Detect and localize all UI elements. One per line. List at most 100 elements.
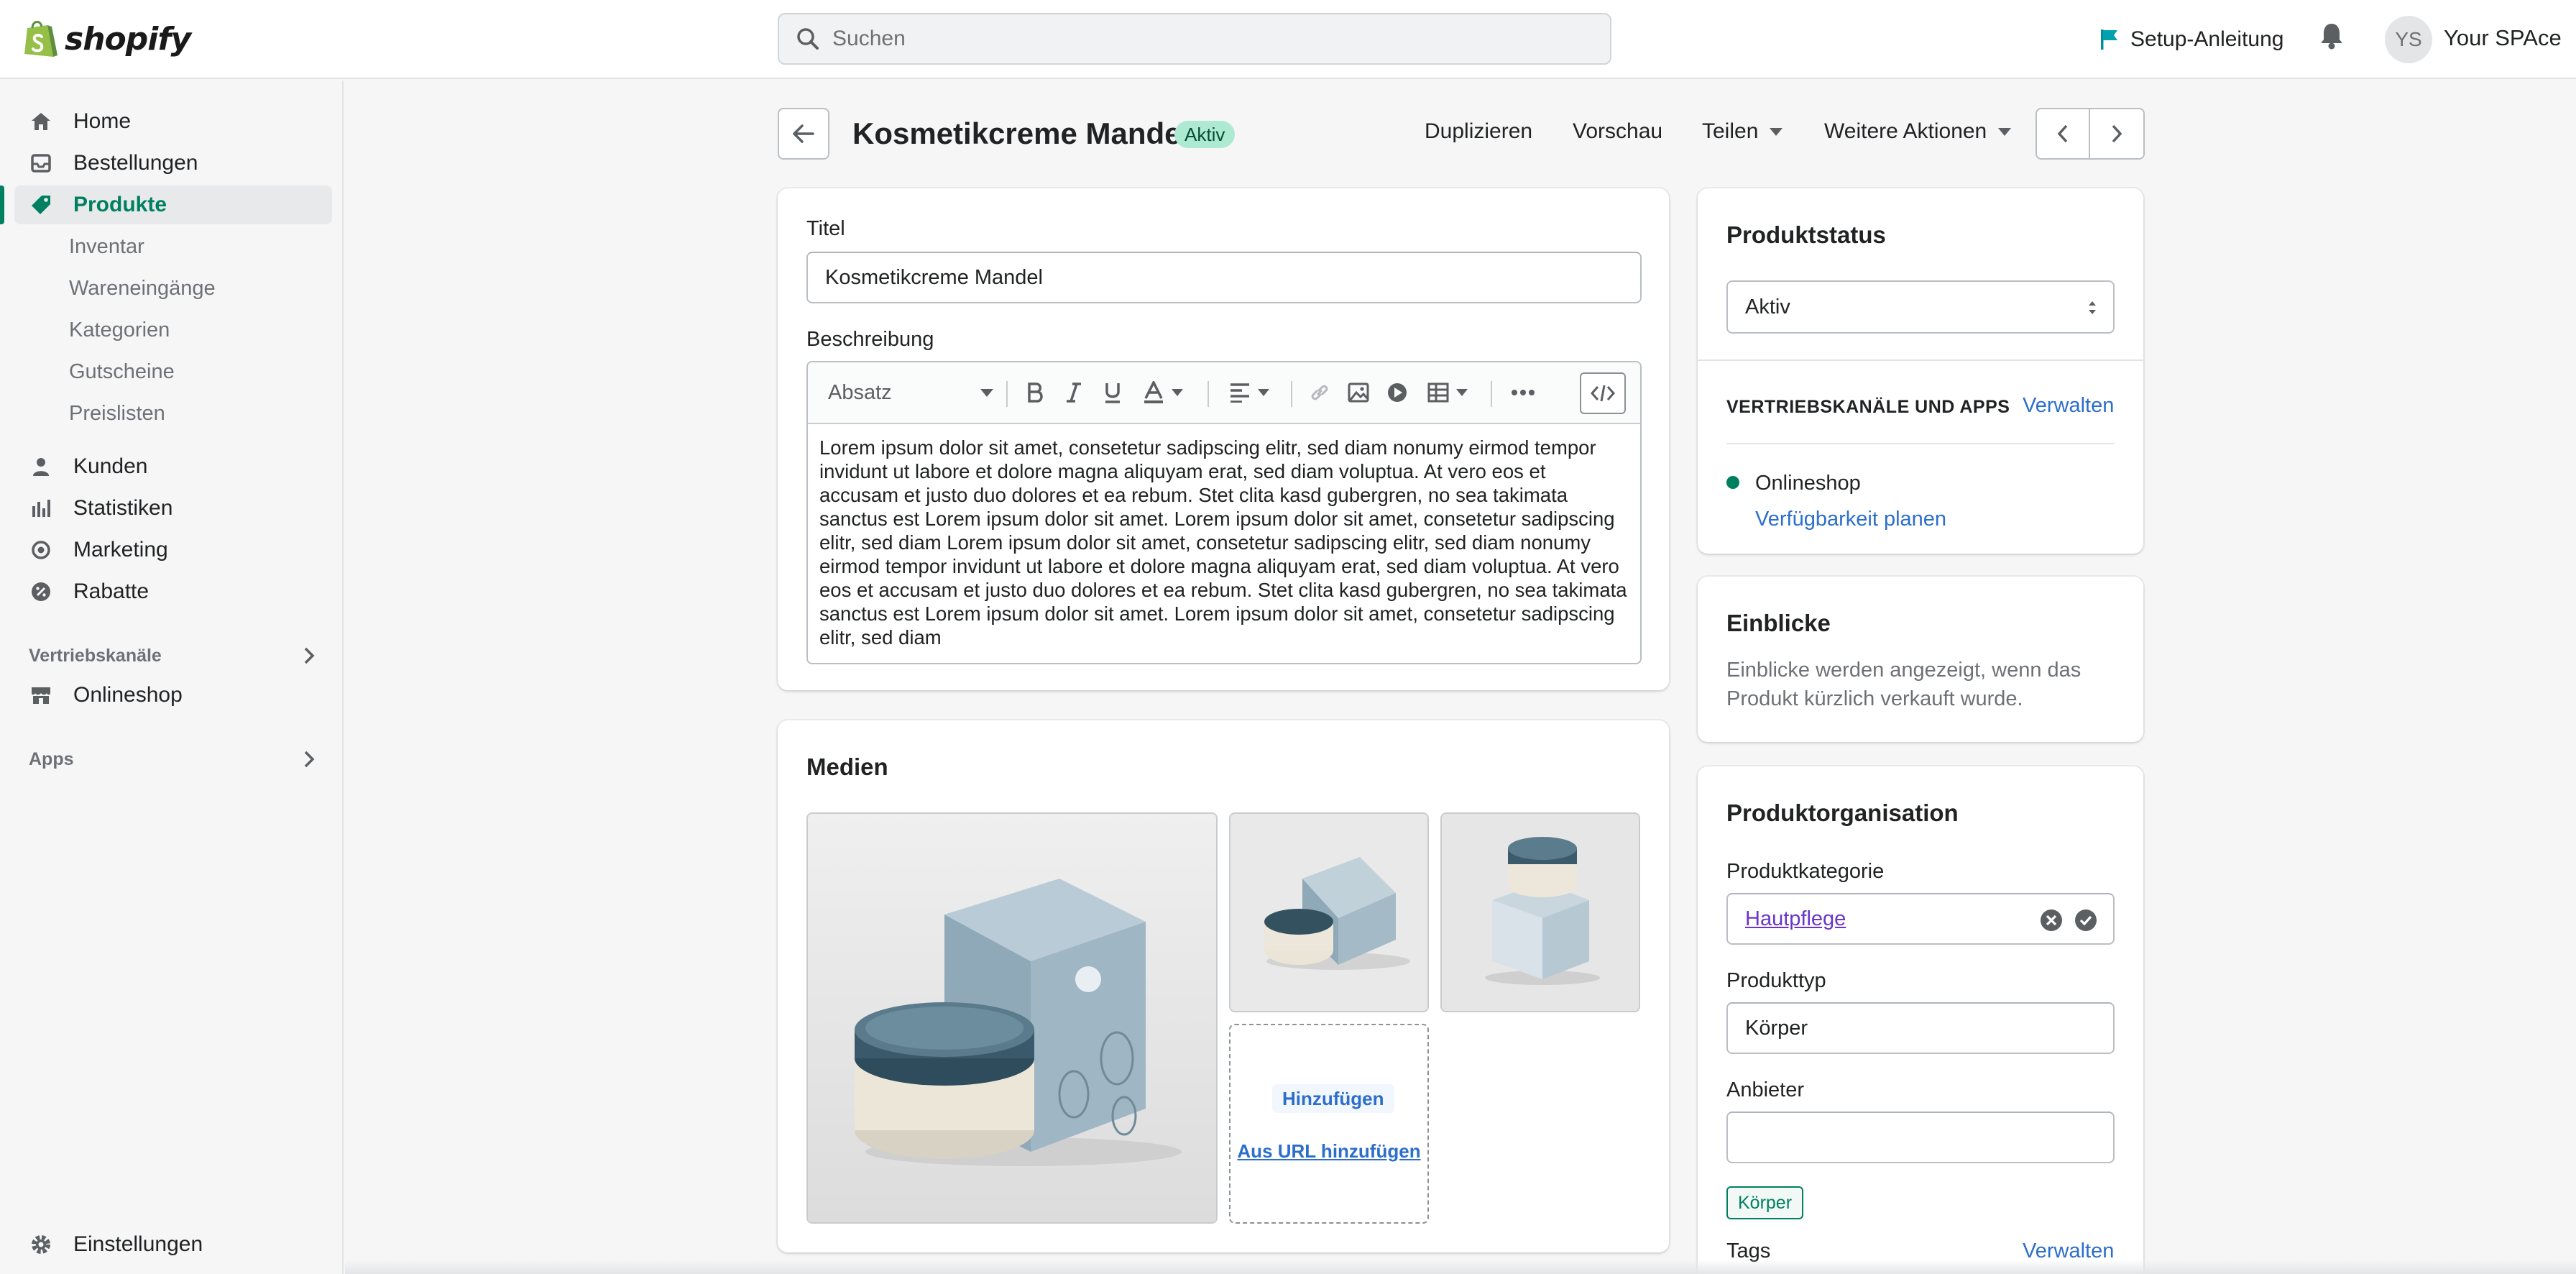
media-image-main[interactable] [806,812,1218,1224]
toolbar-divider [1208,381,1209,407]
sidebar-subitem-inventory[interactable]: Inventar [69,227,144,266]
sidebar-item-label: Statistiken [73,496,173,520]
sidebar-item-orders[interactable]: Bestellungen [14,144,332,183]
image-icon [1348,382,1369,403]
duplicate-button[interactable]: Duplizieren [1425,119,1532,144]
search-icon [797,28,819,50]
tag-icon [29,193,53,217]
underline-button[interactable] [1098,378,1127,407]
insert-image-button[interactable] [1344,378,1373,407]
check-circle-icon[interactable] [2074,909,2097,932]
sidebar-subitem-receiving[interactable]: Wareneingänge [69,269,216,308]
description-label: Beschreibung [806,328,934,351]
manage-channels-link[interactable]: Verwalten [2023,394,2114,418]
previous-product-button[interactable] [2037,109,2091,158]
next-product-button[interactable] [2090,109,2143,158]
setup-guide-link[interactable]: Setup-Anleitung [2099,23,2284,56]
underline-icon [1105,383,1120,403]
product-photo-jar-on-box [1442,814,1639,1011]
clear-icon[interactable] [2040,909,2063,932]
product-photo-box-angle [1230,814,1427,1011]
caret-down-icon [1998,127,2012,136]
chevron-right-icon [2112,124,2122,143]
sidebar-item-analytics[interactable]: Statistiken [14,489,332,528]
sidebar-item-home[interactable]: Home [14,102,332,141]
person-icon [29,454,53,479]
product-type-input[interactable]: Körper [1726,1002,2115,1054]
search-bar[interactable] [778,13,1611,65]
sidebar-item-products[interactable]: Produkte [0,185,332,224]
preview-button[interactable]: Vorschau [1573,119,1662,144]
sidebar-subitem-collections[interactable]: Kategorien [69,311,170,349]
flag-icon [2101,29,2117,50]
sidebar-section-apps[interactable]: Apps [29,745,316,774]
sidebar-item-onlineshop[interactable]: Onlineshop [14,676,332,715]
description-text[interactable]: Lorem ipsum dolor sit amet, consetetur s… [819,436,1629,649]
user-avatar[interactable]: YS [2385,16,2432,63]
toolbar-divider [1006,381,1008,407]
add-from-url-link[interactable]: Aus URL hinzufügen [1230,1140,1427,1163]
sidebar-item-label: Rabatte [73,579,150,603]
insights-title: Einblicke [1726,610,1831,636]
category-value: Hautpflege [1745,907,1846,930]
channel-name: Onlineshop [1755,472,1861,495]
alignment-button[interactable] [1223,378,1275,407]
channel-status-dot [1726,476,1739,489]
product-pager [2036,108,2145,160]
sidebar-subitem-pricelists[interactable]: Preislisten [69,394,165,433]
sidebar-item-marketing[interactable]: Marketing [14,531,332,569]
sidebar-item-discounts[interactable]: Rabatte [14,572,332,611]
paragraph-format-value: Absatz [828,380,892,404]
media-image-thumbnail[interactable] [1229,812,1429,1012]
caret-down-icon [980,388,993,397]
category-input[interactable]: Hautpflege [1726,893,2115,945]
add-media-button[interactable]: Hinzufügen [1272,1084,1394,1113]
status-select[interactable]: Aktiv [1726,280,2115,334]
text-color-button[interactable] [1137,378,1189,407]
show-html-button[interactable] [1580,372,1626,414]
target-icon [29,538,53,562]
schedule-availability-link[interactable]: Verfügbarkeit planen [1755,508,1946,531]
code-icon [1591,385,1615,402]
paragraph-format-select[interactable]: Absatz [828,378,993,407]
sidebar-item-settings[interactable]: Einstellungen [14,1225,332,1264]
bold-button[interactable] [1021,378,1049,407]
italic-button[interactable] [1059,378,1088,407]
status-badge: Aktiv [1174,121,1236,148]
more-formatting-button[interactable] [1506,378,1540,407]
orders-icon [29,151,53,175]
insert-table-button[interactable] [1422,378,1473,407]
category-label: Produktkategorie [1726,860,1885,883]
insights-text: Einblicke werden angezeigt, wenn das Pro… [1726,659,2082,710]
sidebar-subitem-giftcards[interactable]: Gutscheine [69,352,175,391]
link-button[interactable] [1305,378,1334,407]
title-input[interactable]: Kosmetikcreme Mandel [806,252,1642,303]
search-input[interactable] [832,27,1610,51]
sidebar-item-customers[interactable]: Kunden [14,447,332,486]
shopify-logo[interactable]: shopify [22,16,191,62]
page-title: Kosmetikcreme Mandel [852,116,1190,150]
vendor-label: Anbieter [1726,1078,1805,1101]
discount-icon [29,579,53,604]
more-actions-button[interactable]: Weitere Aktionen [1824,119,2012,144]
caret-down-icon [1770,127,1783,136]
product-type-chip[interactable]: Körper [1726,1186,1804,1219]
sidebar-section-sales-channels[interactable]: Vertriebskanäle [29,641,316,670]
notifications-button[interactable] [2319,22,2345,54]
store-name[interactable]: Your SPAce [2444,25,2562,51]
share-menu-button[interactable]: Teilen [1702,119,1783,144]
bar-chart-icon [29,496,53,521]
media-dropzone[interactable]: Hinzufügen Aus URL hinzufügen [1229,1024,1429,1224]
insert-video-button[interactable] [1383,378,1412,407]
vendor-input[interactable] [1726,1112,2115,1163]
description-editor: Absatz Lorem ipsum dolor sit amet, conse… [806,361,1642,664]
select-arrows-icon [2089,301,2096,314]
sidebar-item-label: Marketing [73,538,168,562]
media-image-thumbnail[interactable] [1440,812,1640,1012]
shopify-bag-icon [24,21,58,57]
play-circle-icon [1388,383,1407,402]
brand-wordmark: shopify [65,20,191,58]
back-button[interactable] [778,108,829,160]
caret-down-icon [1258,389,1269,396]
align-left-icon [1230,383,1249,403]
